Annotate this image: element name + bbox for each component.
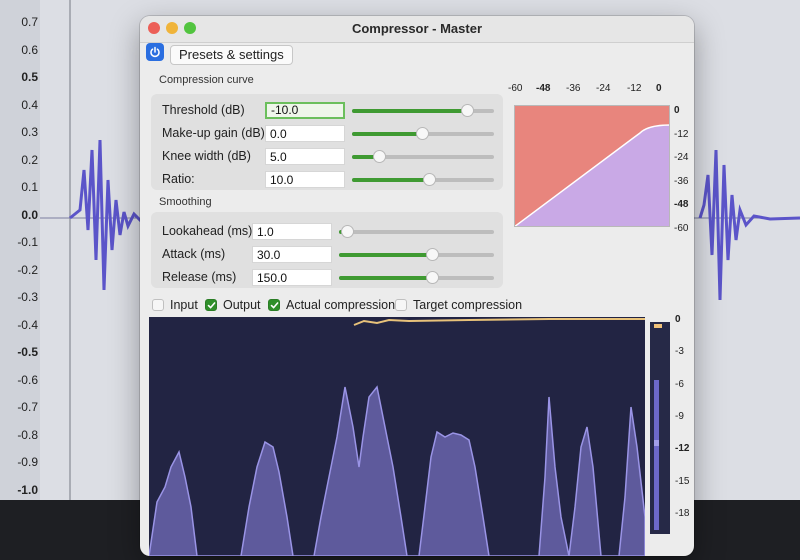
param-label: Threshold (dB) <box>162 103 245 117</box>
presets-settings-button[interactable]: Presets & settings <box>170 45 293 65</box>
param-value-field[interactable]: -10.0 <box>265 102 345 119</box>
meter-scale-tick: 0 <box>675 314 681 325</box>
param-label: Knee width (dB) <box>162 149 251 163</box>
curve-axis-tick: -48 <box>674 199 689 210</box>
param-label: Lookahead (ms) <box>162 224 253 238</box>
ruler-tick-label: 0.7 <box>21 15 38 29</box>
checkbox-label: Actual compression <box>286 298 396 312</box>
compression-curve-heading: Compression curve <box>159 74 254 86</box>
slider-thumb[interactable] <box>422 173 436 186</box>
ruler-tick-label: 0.5 <box>21 70 38 84</box>
ruler-tick-label: -0.3 <box>17 290 38 304</box>
gain-reduction-meter <box>650 322 670 534</box>
power-icon <box>150 46 160 58</box>
ruler-tick-label: 0.3 <box>21 125 38 139</box>
param-slider[interactable] <box>352 104 494 117</box>
smoothing-heading: Smoothing <box>159 196 212 208</box>
param-value-field[interactable]: 30.0 <box>252 246 332 263</box>
meter-scale-tick: -6 <box>675 378 684 390</box>
param-label: Make-up gain (dB) <box>162 126 265 140</box>
ruler-tick-label: 0.2 <box>21 152 38 167</box>
checkbox-input[interactable]: Input <box>152 297 198 313</box>
meter-scale-tick: -12 <box>675 443 690 455</box>
param-slider[interactable] <box>339 225 494 238</box>
param-slider[interactable] <box>339 248 494 261</box>
checkbox-label: Target compression <box>413 298 523 312</box>
title-bar[interactable]: Compressor - Master <box>140 16 694 43</box>
param-value-field[interactable]: 1.0 <box>252 223 332 240</box>
param-slider[interactable] <box>339 271 494 284</box>
curve-axis-tick: -12 <box>627 83 642 94</box>
compressor-window: Compressor - Master Presets & settings C… <box>140 16 694 556</box>
ruler-tick-label: -0.4 <box>17 317 38 332</box>
ruler-tick-label: -0.2 <box>17 262 38 277</box>
checkmark-icon[interactable] <box>205 299 217 311</box>
checkbox-target-compression[interactable]: Target compression <box>395 297 522 313</box>
curve-axis-tick: 0 <box>674 105 680 116</box>
param-label: Release (ms) <box>162 270 237 284</box>
checkmark-icon[interactable] <box>268 299 280 311</box>
ruler-tick-label: 0.6 <box>21 42 38 57</box>
param-slider[interactable] <box>352 173 494 186</box>
meter-scale-tick: -3 <box>675 346 684 358</box>
checkbox-label: Input <box>170 298 198 312</box>
slider-fill <box>352 132 422 136</box>
param-value-field[interactable]: 0.0 <box>265 125 345 142</box>
slider-thumb[interactable] <box>372 150 386 163</box>
slider-thumb[interactable] <box>340 225 354 238</box>
ruler-tick-label: -0.1 <box>17 235 38 249</box>
curve-axis-tick: -12 <box>674 128 689 140</box>
checkbox-actual-compression[interactable]: Actual compression <box>268 297 395 313</box>
slider-fill <box>339 253 432 257</box>
ruler-tick-label: -0.9 <box>17 455 38 469</box>
slider-fill <box>339 276 432 280</box>
ruler-tick-label: 0.4 <box>21 97 38 112</box>
param-value-field[interactable]: 5.0 <box>265 148 345 165</box>
slider-fill <box>352 178 429 182</box>
checkbox-output[interactable]: Output <box>205 297 261 313</box>
meter-scale-tick: -9 <box>675 410 684 422</box>
curve-axis-tick: -24 <box>596 83 611 94</box>
curve-axis-tick: -36 <box>674 175 689 187</box>
curve-axis-tick: -60 <box>674 222 689 234</box>
ruler-tick-label: -1.0 <box>17 482 38 497</box>
curve-axis-tick: -48 <box>536 83 551 94</box>
ruler-tick-label: -0.7 <box>17 400 38 414</box>
param-value-field[interactable]: 150.0 <box>252 269 332 286</box>
meter-scale-tick: -15 <box>675 475 690 487</box>
curve-axis-tick: -36 <box>566 83 581 94</box>
ruler-tick-label: -0.8 <box>17 427 38 442</box>
compression-curve-graph <box>514 105 670 227</box>
param-label: Attack (ms) <box>162 247 226 261</box>
slider-thumb[interactable] <box>415 127 429 140</box>
slider-thumb[interactable] <box>426 271 439 284</box>
param-value-field[interactable]: 10.0 <box>265 171 345 188</box>
checkbox-label: Output <box>223 298 261 312</box>
power-button[interactable] <box>146 43 164 61</box>
slider-fill <box>352 109 468 113</box>
param-slider[interactable] <box>352 150 494 163</box>
param-slider[interactable] <box>352 127 494 140</box>
ruler-tick-label: 0.0 <box>21 207 38 222</box>
curve-axis-tick: -24 <box>674 152 689 163</box>
ruler-tick-label: -0.6 <box>17 372 38 387</box>
slider-thumb[interactable] <box>426 248 439 261</box>
ruler-tick-label: 0.1 <box>21 180 38 194</box>
checkbox-empty-icon[interactable] <box>395 299 407 311</box>
meter-scale-tick: -18 <box>675 507 690 519</box>
param-label: Ratio: <box>162 172 195 186</box>
curve-axis-tick: -60 <box>508 83 523 94</box>
checkbox-empty-icon[interactable] <box>152 299 164 311</box>
compression-meter-graph <box>149 317 645 556</box>
slider-thumb[interactable] <box>461 104 475 117</box>
ruler-tick-label: -0.5 <box>17 345 38 359</box>
curve-axis-tick: 0 <box>656 83 662 94</box>
window-title: Compressor - Master <box>351 21 483 36</box>
